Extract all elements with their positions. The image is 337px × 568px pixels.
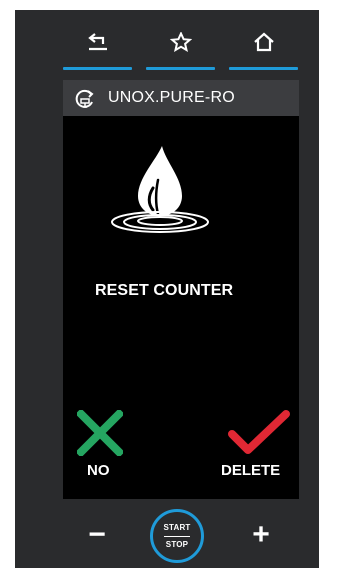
oven-control-panel: UNOX.PURE-RO RESET COUNTER NO DELETE − S… [15,10,319,568]
favorites-button[interactable] [146,32,215,70]
check-icon [228,410,290,454]
display-screen: UNOX.PURE-RO RESET COUNTER NO DELETE [63,80,299,499]
bottom-controls: − START STOP + [15,505,319,567]
home-button[interactable] [229,32,298,70]
filter-refresh-icon [75,89,94,108]
back-underline [63,67,132,70]
star-underline [146,67,215,70]
start-stop-button[interactable]: START STOP [150,509,204,563]
stop-label: STOP [165,540,189,549]
back-button[interactable] [63,32,132,70]
cross-icon [77,410,123,456]
reset-counter-message: RESET COUNTER [95,282,234,299]
title-bar: UNOX.PURE-RO [63,80,299,116]
water-drop-icon [111,146,209,233]
minus-button[interactable]: − [81,519,113,551]
no-label: NO [87,462,110,479]
back-icon [87,33,107,51]
home-icon [253,32,274,52]
no-button[interactable]: NO [77,410,137,485]
plus-button[interactable]: + [245,519,277,551]
top-navigation [15,32,319,82]
start-label: START [163,523,191,532]
start-stop-divider [164,536,190,537]
home-underline [229,67,298,70]
delete-button[interactable]: DELETE [221,410,297,485]
screen-title: UNOX.PURE-RO [108,89,235,106]
star-icon [169,32,192,52]
delete-label: DELETE [221,462,281,479]
